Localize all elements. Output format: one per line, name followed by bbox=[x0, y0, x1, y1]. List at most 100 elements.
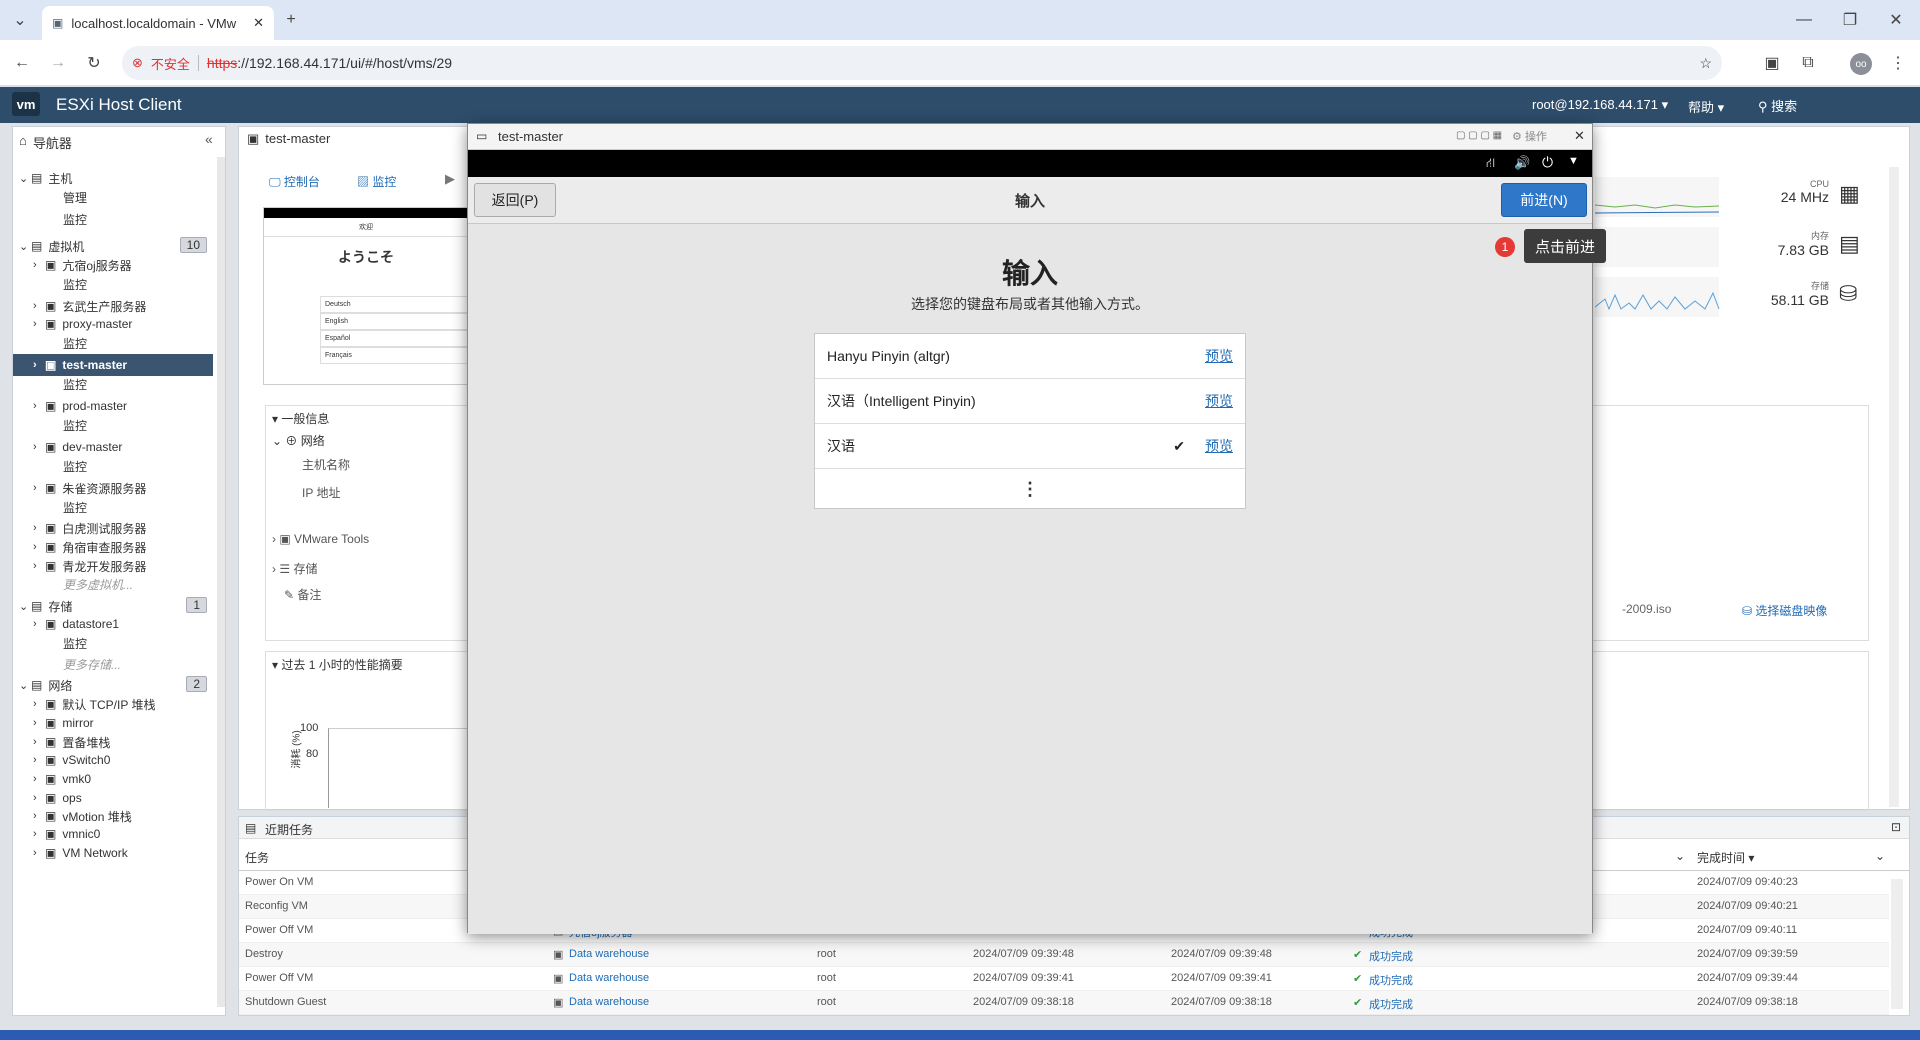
nav-item[interactable]: 监控 bbox=[13, 496, 213, 518]
minimize-icon[interactable]: — bbox=[1790, 6, 1818, 34]
power-icon[interactable]: ⏻ bbox=[1542, 154, 1553, 171]
col-completed[interactable]: 完成时间 ▾ bbox=[1697, 849, 1754, 866]
network-icon[interactable]: ⛙ bbox=[1486, 155, 1495, 173]
nav-item[interactable]: 更多虚拟机... bbox=[13, 573, 213, 595]
preview-link[interactable]: 预览 bbox=[1205, 346, 1233, 366]
restore-icon[interactable]: ❐ bbox=[1836, 6, 1864, 34]
item-icon: ▣ bbox=[45, 772, 57, 786]
expand-chevron-icon[interactable]: ⌄ bbox=[19, 600, 31, 613]
table-row[interactable]: Power Off VM Data warehouse ▣ root 2024/07/0… bbox=[239, 967, 1889, 991]
window-close-icon[interactable]: ✕ bbox=[1882, 6, 1910, 34]
nav-item[interactable]: 监控 bbox=[13, 208, 213, 230]
console-thumbnail[interactable]: 欢迎 ようこそ Deutsch English Español Français bbox=[263, 207, 470, 385]
volume-icon[interactable]: 🔊 bbox=[1514, 155, 1530, 171]
expand-chevron-icon[interactable]: › bbox=[33, 560, 45, 572]
col-task[interactable]: 任务 bbox=[245, 849, 269, 866]
reload-icon[interactable]: ↻ bbox=[80, 49, 108, 77]
nav-item[interactable]: 更多存储... bbox=[13, 653, 213, 675]
tasks-scrollbar[interactable] bbox=[1891, 879, 1903, 1009]
browser-menu-icon[interactable]: ⋮ bbox=[1884, 49, 1912, 77]
nav-item[interactable]: 监控 bbox=[13, 373, 213, 395]
caret-down-icon[interactable]: ▼ bbox=[1568, 155, 1579, 167]
perf-header[interactable]: ▾ 过去 1 小时的性能摘要 bbox=[272, 656, 403, 673]
console-close-icon[interactable]: ✕ bbox=[1574, 128, 1585, 144]
next-button[interactable]: 前进(N) bbox=[1501, 183, 1587, 217]
expand-chevron-icon[interactable]: › bbox=[33, 259, 45, 271]
help-menu[interactable]: 帮助 ▾ bbox=[1688, 97, 1724, 116]
expand-chevron-icon[interactable]: › bbox=[33, 754, 45, 766]
nav-item-label: vmk0 bbox=[62, 772, 92, 786]
expand-chevron-icon[interactable]: › bbox=[33, 698, 45, 710]
expand-chevron-icon[interactable]: › bbox=[33, 847, 45, 859]
task-initiator: root bbox=[817, 972, 836, 984]
nav-item[interactable]: › ▣ VM Network bbox=[13, 842, 213, 864]
power-on-icon[interactable]: ▶ bbox=[445, 171, 455, 187]
expand-chevron-icon[interactable]: ⌄ bbox=[19, 679, 31, 692]
col-dropdown-icon[interactable]: ⌄ bbox=[1875, 849, 1885, 863]
expand-chevron-icon[interactable]: › bbox=[33, 810, 45, 822]
nav-item[interactable]: 监控 bbox=[13, 332, 213, 354]
expand-chevron-icon[interactable]: › bbox=[33, 441, 45, 453]
maximize-icon[interactable]: ⊡ bbox=[1891, 820, 1901, 834]
console-actions[interactable]: ⚙ 操作 bbox=[1512, 128, 1547, 144]
search-button[interactable]: ⚲ 搜索 bbox=[1758, 96, 1797, 115]
navigator-scrollbar[interactable] bbox=[217, 157, 225, 1007]
expand-chevron-icon[interactable]: › bbox=[33, 717, 45, 729]
col-dropdown-icon[interactable]: ⌄ bbox=[1675, 849, 1685, 863]
storage-row[interactable]: › ☰ 存储 bbox=[272, 560, 317, 577]
nav-item[interactable]: 管理 bbox=[13, 186, 213, 208]
layout-row[interactable]: 汉语 ✔ 预览 bbox=[815, 424, 1245, 469]
network-row[interactable]: ⌄ ⊕ 网络 bbox=[272, 432, 325, 449]
table-row[interactable]: Destroy Data warehouse ▣ root 2024/07/09 09:… bbox=[239, 943, 1889, 967]
nav-item[interactable]: 监控 bbox=[13, 414, 213, 436]
console-tab[interactable]: 🖵 控制台 bbox=[269, 173, 320, 190]
task-target[interactable]: Data warehouse bbox=[569, 972, 649, 984]
back-icon[interactable]: ← bbox=[8, 49, 36, 77]
forward-icon[interactable]: → bbox=[44, 49, 72, 77]
more-options-icon[interactable]: ⋮ bbox=[815, 470, 1245, 508]
vmware-tools-row[interactable]: › ▣ VMware Tools bbox=[272, 532, 369, 546]
tab-search-chevron-icon[interactable]: ⌄ bbox=[6, 6, 34, 34]
general-info-header[interactable]: ▾ 一般信息 bbox=[272, 410, 329, 427]
main-scrollbar[interactable] bbox=[1889, 167, 1899, 807]
expand-chevron-icon[interactable]: › bbox=[33, 300, 45, 312]
expand-chevron-icon[interactable]: ⌄ bbox=[19, 172, 31, 185]
task-target[interactable]: Data warehouse bbox=[569, 948, 649, 960]
collapse-icon[interactable]: « bbox=[205, 131, 213, 147]
expand-chevron-icon[interactable]: ⌄ bbox=[19, 240, 31, 253]
profile-avatar[interactable]: oo bbox=[1850, 53, 1872, 75]
table-row[interactable]: Shutdown Guest Data warehouse ▣ root 2024/07… bbox=[239, 991, 1889, 1015]
expand-chevron-icon[interactable]: › bbox=[33, 736, 45, 748]
layout-row[interactable]: 汉语（Intelligent Pinyin) 预览 bbox=[815, 379, 1245, 424]
preview-link[interactable]: 预览 bbox=[1205, 391, 1233, 411]
nav-item[interactable]: 监控 bbox=[13, 632, 213, 654]
expand-chevron-icon[interactable]: › bbox=[33, 482, 45, 494]
extensions-puzzle-icon[interactable]: ⧉ bbox=[1794, 49, 1822, 77]
expand-chevron-icon[interactable]: › bbox=[33, 359, 45, 371]
expand-chevron-icon[interactable]: › bbox=[33, 318, 45, 330]
layout-row[interactable]: Hanyu Pinyin (altgr) 预览 bbox=[815, 334, 1245, 379]
expand-chevron-icon[interactable]: › bbox=[33, 792, 45, 804]
nav-item[interactable]: 监控 bbox=[13, 455, 213, 477]
select-iso-link[interactable]: ⛁ 选择磁盘映像 bbox=[1742, 602, 1827, 619]
browser-tab[interactable]: ▣ localhost.localdomain - VMw ✕ bbox=[42, 6, 274, 40]
bookmark-star-icon[interactable]: ☆ bbox=[1699, 55, 1712, 72]
expand-chevron-icon[interactable]: › bbox=[33, 541, 45, 553]
expand-chevron-icon[interactable]: › bbox=[33, 773, 45, 785]
monitor-tab[interactable]: ▨ 监控 bbox=[357, 173, 396, 190]
console-window-controls[interactable]: ▢ ▢ ▢ ▦ bbox=[1456, 130, 1502, 141]
new-tab-icon[interactable]: + bbox=[277, 6, 305, 34]
extension-app-icon[interactable]: ▣ bbox=[1758, 49, 1786, 77]
address-bar[interactable]: ⊗ 不安全 https://192.168.44.171/ui/#/host/v… bbox=[122, 46, 1722, 80]
task-target[interactable]: Data warehouse bbox=[569, 996, 649, 1008]
notes-row[interactable]: ✎ 备注 bbox=[284, 586, 321, 603]
expand-chevron-icon[interactable]: › bbox=[33, 828, 45, 840]
preview-link[interactable]: 预览 bbox=[1205, 436, 1233, 456]
thumb-heading: ようこそ bbox=[338, 249, 394, 265]
tab-close-icon[interactable]: ✕ bbox=[253, 15, 264, 31]
nav-item[interactable]: 监控 bbox=[13, 273, 213, 295]
expand-chevron-icon[interactable]: › bbox=[33, 522, 45, 534]
user-menu[interactable]: root@192.168.44.171 ▾ bbox=[1532, 97, 1668, 113]
expand-chevron-icon[interactable]: › bbox=[33, 400, 45, 412]
expand-chevron-icon[interactable]: › bbox=[33, 618, 45, 630]
